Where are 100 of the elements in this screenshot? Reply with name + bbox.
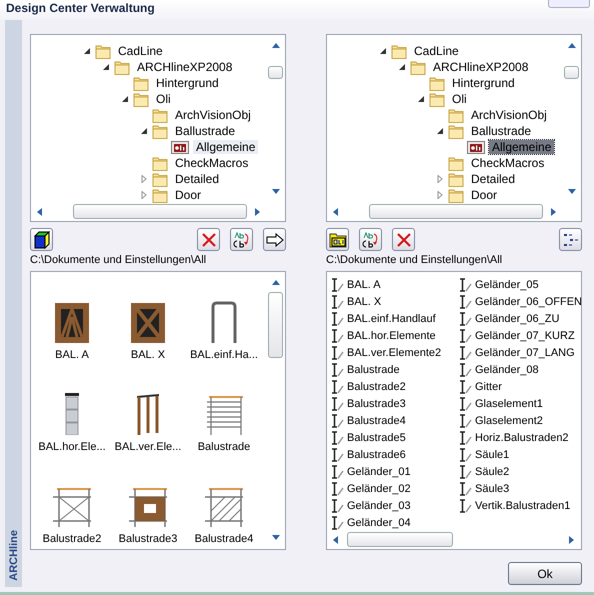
tree-item[interactable]: CheckMacros — [172, 156, 252, 170]
scroll-up-icon[interactable] — [567, 41, 577, 51]
tree-item[interactable]: Allgemeine — [193, 140, 258, 154]
expanded-arrow-icon[interactable] — [436, 127, 444, 135]
tree-item[interactable]: CadLine — [411, 44, 462, 58]
expanded-arrow-icon[interactable] — [102, 63, 110, 71]
item-label[interactable]: Balustrade6 — [347, 448, 406, 460]
item-label[interactable]: Glaselement2 — [475, 414, 543, 426]
tree-item[interactable]: Oli — [449, 92, 470, 106]
expanded-arrow-icon[interactable] — [417, 95, 425, 103]
scroll-thumb[interactable] — [347, 532, 453, 547]
delete-button[interactable] — [197, 228, 220, 251]
scroll-left-icon[interactable] — [331, 207, 341, 217]
side-tab[interactable]: ARCHline — [5, 20, 22, 587]
scroll-up-icon[interactable] — [271, 278, 281, 288]
scroll-thumb[interactable] — [268, 66, 283, 79]
rename-button[interactable] — [230, 228, 253, 251]
tree-item[interactable]: Door — [172, 188, 204, 202]
item-label[interactable]: BAL. A — [55, 349, 89, 361]
item-label[interactable]: Geländer_02 — [347, 482, 411, 494]
item-label[interactable]: Balustrade3 — [347, 398, 406, 410]
tree-item[interactable]: Oli — [153, 92, 174, 106]
tree-item[interactable]: CheckMacros — [468, 156, 548, 170]
tree-item[interactable]: CadLine — [115, 44, 166, 58]
tree-item[interactable]: Hintergrund — [153, 76, 222, 90]
item-label[interactable]: Glaselement1 — [475, 398, 543, 410]
scroll-left-icon[interactable] — [35, 207, 45, 217]
item-label[interactable]: Geländer_07_LANG — [475, 346, 575, 358]
expanded-arrow-icon[interactable] — [121, 95, 129, 103]
delete-button[interactable] — [392, 228, 415, 251]
tree-item[interactable]: ARCHlineXP2008 — [430, 60, 532, 74]
tree-item[interactable]: Allgemeine — [489, 140, 554, 154]
cube-button[interactable] — [30, 228, 53, 251]
scroll-thumb[interactable] — [268, 292, 283, 358]
item-label[interactable]: Balustrade3 — [118, 533, 178, 545]
path-label: C:\Dokumente und Einstellungen\All — [30, 254, 208, 266]
item-label[interactable]: Balustrade4 — [347, 414, 406, 426]
item-label[interactable]: Säule3 — [475, 482, 510, 494]
collapsed-arrow-icon[interactable] — [436, 191, 444, 199]
item-label[interactable]: Balustrade2 — [42, 533, 102, 545]
tree-item[interactable]: ArchVisionObj — [172, 108, 254, 122]
item-label[interactable]: Säule1 — [475, 448, 510, 460]
item-label[interactable]: Vertik.Balustraden1 — [475, 500, 570, 512]
arrow-right-button[interactable] — [263, 228, 286, 251]
item-label[interactable]: Geländer_06_ZU — [475, 312, 560, 324]
collapsed-arrow-icon[interactable] — [140, 191, 148, 199]
scroll-thumb[interactable] — [73, 204, 247, 219]
tree-item[interactable]: Door — [468, 188, 500, 202]
expanded-arrow-icon[interactable] — [398, 63, 406, 71]
tree-item[interactable]: ARCHlineXP2008 — [134, 60, 236, 74]
item-label[interactable]: BAL.einf.Ha... — [190, 349, 258, 361]
folder-button[interactable] — [326, 228, 349, 251]
railing-icon — [330, 278, 344, 292]
collapsed-arrow-icon[interactable] — [436, 175, 444, 183]
scroll-left-icon[interactable] — [331, 535, 341, 545]
item-label[interactable]: BAL.ver.Ele... — [114, 441, 182, 453]
tree-item[interactable]: Detailed — [468, 172, 518, 186]
item-label[interactable]: Balustrade — [347, 364, 400, 376]
item-label[interactable]: BAL.einf.Handlauf — [347, 312, 436, 324]
item-label[interactable]: Balustrade — [198, 441, 250, 453]
item-label[interactable]: BAL.hor.Ele... — [38, 441, 106, 453]
tree-view-button[interactable] — [559, 228, 582, 251]
item-label[interactable]: Geländer_03 — [347, 500, 411, 512]
item-label[interactable]: Geländer_08 — [475, 364, 539, 376]
scroll-up-icon[interactable] — [271, 41, 281, 51]
item-label[interactable]: Balustrade5 — [347, 432, 406, 444]
item-label[interactable]: Horiz.Balustraden2 — [475, 432, 569, 444]
item-label[interactable]: BAL. X — [347, 296, 382, 308]
tree-item[interactable]: Ballustrade — [468, 124, 534, 138]
folder-icon — [328, 232, 346, 248]
tree-item[interactable]: ArchVisionObj — [468, 108, 550, 122]
folder-icon — [152, 124, 168, 138]
scroll-thumb[interactable] — [369, 204, 543, 219]
tree-item[interactable]: Ballustrade — [172, 124, 238, 138]
railing-icon — [458, 312, 472, 326]
tree-item[interactable]: Hintergrund — [449, 76, 518, 90]
item-label[interactable]: BAL. X — [130, 349, 166, 361]
folder-icon — [152, 156, 168, 170]
rename-button[interactable] — [359, 228, 382, 251]
item-label[interactable]: Geländer_06_OFFEN — [475, 296, 581, 308]
item-label[interactable]: Balustrade2 — [347, 380, 406, 392]
item-label[interactable]: BAL. A — [347, 278, 381, 290]
item-label[interactable]: BAL.ver.Elemente2 — [347, 346, 442, 358]
item-label[interactable]: Gitter — [475, 380, 502, 392]
item-label[interactable]: Geländer_05 — [475, 278, 539, 290]
expanded-arrow-icon[interactable] — [83, 47, 91, 55]
item-label[interactable]: Säule2 — [475, 466, 510, 478]
railing-icon — [458, 464, 472, 478]
item-label[interactable]: Geländer_01 — [347, 466, 411, 478]
item-label[interactable]: Geländer_07_KURZ — [475, 330, 575, 342]
ok-button[interactable]: Ok — [508, 562, 582, 585]
scroll-thumb[interactable] — [564, 66, 579, 79]
item-label[interactable]: Geländer_04 — [347, 516, 411, 528]
expanded-arrow-icon[interactable] — [140, 127, 148, 135]
folder-icon — [152, 172, 168, 186]
item-label[interactable]: BAL.hor.Elemente — [347, 330, 436, 342]
expanded-arrow-icon[interactable] — [379, 47, 387, 55]
item-label[interactable]: Balustrade4 — [194, 533, 254, 545]
collapsed-arrow-icon[interactable] — [140, 175, 148, 183]
tree-item[interactable]: Detailed — [172, 172, 222, 186]
